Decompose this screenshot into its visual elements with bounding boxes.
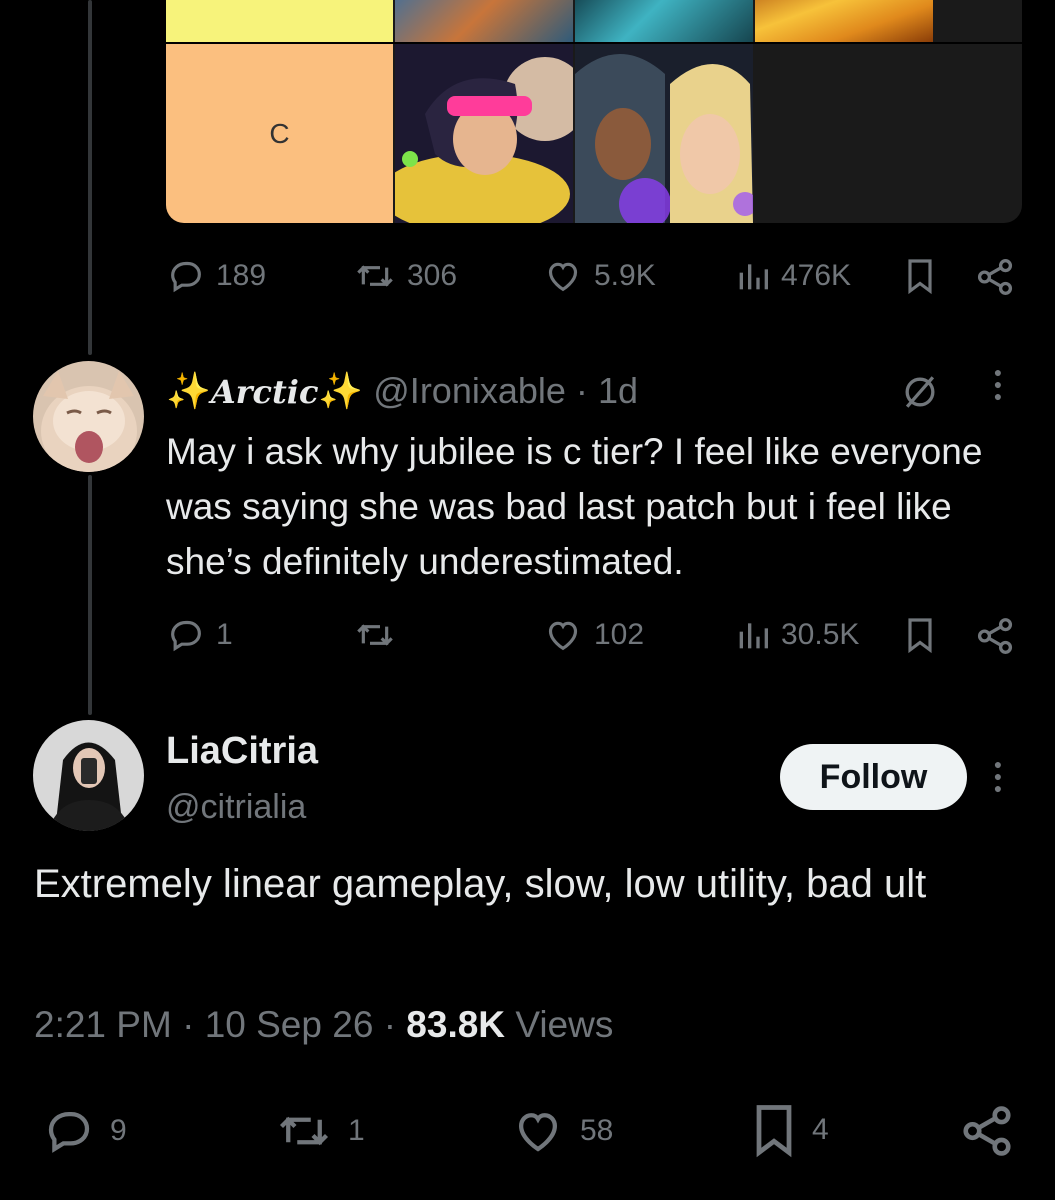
reply-action[interactable]: 1	[166, 615, 233, 655]
thread-line-lower	[88, 475, 92, 715]
post-text: Extremely linear gameplay, slow, low uti…	[34, 862, 927, 906]
follow-button[interactable]: Follow	[780, 744, 967, 810]
avatar-arctic[interactable]	[33, 361, 144, 472]
views-count: 476K	[781, 259, 852, 292]
heart-icon	[518, 1113, 558, 1152]
repost-action[interactable]: 306	[353, 256, 457, 296]
repost-action[interactable]: 1	[272, 1104, 365, 1158]
views-icon	[739, 623, 768, 649]
share-action[interactable]	[958, 1102, 1016, 1160]
like-action[interactable]: 5.9K	[542, 256, 656, 296]
reply-display-name[interactable]: Arctic	[211, 373, 319, 411]
author-display-name[interactable]: LiaCitria	[166, 730, 318, 773]
like-count: 58	[580, 1114, 614, 1147]
bookmark-action[interactable]	[902, 256, 938, 296]
grok-icon[interactable]	[898, 370, 942, 419]
bookmark-icon	[908, 618, 932, 654]
post-metadata: 2:21 PM · 10 Sep 26 · 83.8K Views	[34, 1004, 613, 1046]
views-total[interactable]: 83.8K	[406, 1004, 505, 1045]
share-icon	[977, 618, 1013, 654]
thread-line	[88, 0, 92, 355]
views-count: 30.5K	[781, 618, 860, 651]
separator-dot: ·	[575, 370, 588, 411]
character-thumb	[755, 0, 933, 42]
author-handle[interactable]: @citrialia	[166, 788, 306, 827]
reply-text: May i ask why jubilee is c tier? I feel …	[166, 431, 983, 582]
more-options-icon[interactable]: ● ● ●	[990, 365, 1006, 403]
repost-count: 306	[407, 259, 458, 292]
heart-icon	[548, 262, 578, 292]
views-icon	[739, 264, 768, 290]
sparkle-icon: ✨	[318, 370, 364, 411]
reply-handle[interactable]: @Ironixable	[373, 370, 566, 411]
bookmark-count: 4	[812, 1113, 829, 1146]
reply-time[interactable]: 1d	[598, 370, 638, 411]
views-action[interactable]: 30.5K	[735, 615, 859, 655]
character-thumb-hooded	[575, 44, 753, 223]
reply-icon	[171, 620, 201, 652]
reply-count: 189	[216, 259, 267, 292]
tier-row-b	[166, 0, 1022, 42]
separator-dot: ·	[383, 1004, 407, 1045]
repost-icon	[357, 624, 393, 646]
reply-header: ✨Arctic✨ @Ironixable · 1d	[166, 370, 638, 412]
bookmark-action[interactable]	[902, 615, 938, 655]
repost-icon	[279, 1116, 329, 1146]
reply-count: 1	[216, 618, 233, 651]
repost-action[interactable]	[353, 615, 407, 655]
share-action[interactable]	[974, 256, 1016, 298]
reply-action[interactable]: 9	[40, 1104, 127, 1158]
like-action[interactable]: 102	[542, 615, 644, 655]
share-icon	[963, 1106, 1011, 1156]
repost-icon	[357, 265, 393, 287]
character-thumb	[395, 0, 573, 42]
reply-count: 9	[110, 1114, 127, 1147]
character-thumb	[575, 0, 753, 42]
share-icon	[977, 259, 1013, 295]
repost-count: 1	[348, 1114, 365, 1147]
tier-label	[166, 0, 393, 42]
like-action[interactable]: 58	[508, 1104, 613, 1158]
tier-label-c: C	[166, 44, 393, 223]
more-options-icon[interactable]: ● ● ●	[990, 757, 1006, 795]
tier-list-image[interactable]: C	[166, 0, 1022, 223]
views-action[interactable]: 476K	[735, 256, 851, 296]
heart-icon	[548, 621, 578, 651]
bookmark-icon	[756, 1105, 792, 1158]
reply-action[interactable]: 189	[166, 256, 266, 296]
like-count: 102	[594, 618, 645, 651]
character-thumb-jubilee	[395, 44, 573, 223]
separator-dot: ·	[182, 1004, 205, 1045]
bookmark-icon	[908, 259, 932, 295]
post-date[interactable]: 10 Sep 26	[205, 1004, 374, 1045]
sparkle-icon: ✨	[166, 370, 211, 411]
reply-icon	[171, 261, 201, 293]
share-action[interactable]	[974, 615, 1016, 657]
reply-icon	[48, 1111, 90, 1153]
views-label: Views	[515, 1004, 614, 1045]
tier-row-c: C	[166, 44, 1022, 223]
bookmark-action[interactable]: 4	[748, 1100, 829, 1160]
avatar-liacitria[interactable]	[33, 720, 144, 831]
post-time[interactable]: 2:21 PM	[34, 1004, 172, 1045]
like-count: 5.9K	[594, 259, 656, 292]
